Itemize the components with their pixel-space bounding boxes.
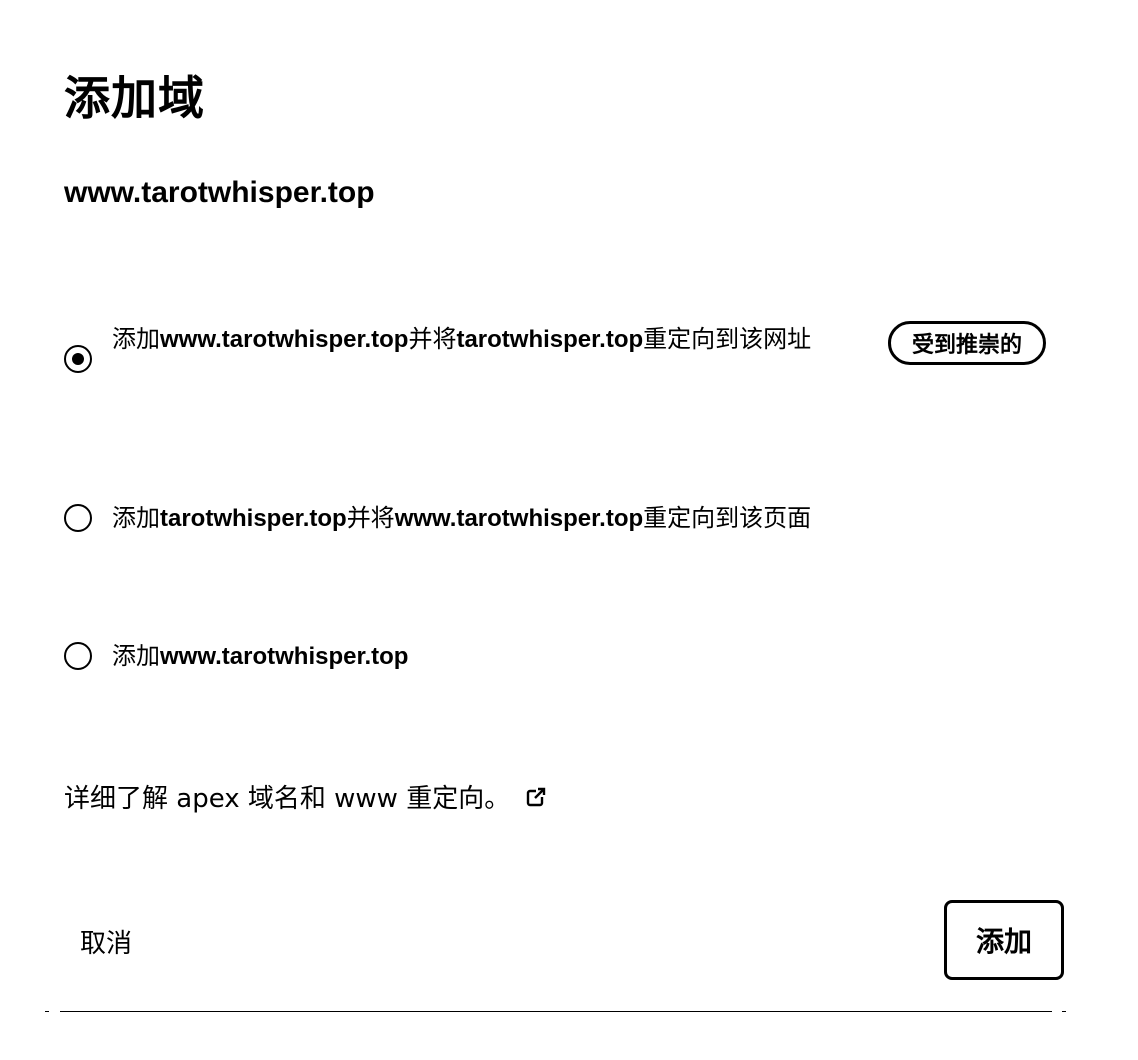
external-link-icon [527,786,547,806]
radio-button-selected[interactable] [64,345,92,373]
option-text: 重定向到该页面 [643,504,812,532]
divider-dash [1062,1011,1066,1012]
option-domain: tarotwhisper.top [160,505,347,532]
learn-more-link[interactable]: 详细了解 apex 域名和 www 重定向。 [64,778,547,815]
option-text: 添加 [112,504,160,532]
option-text: 重定向到该网址 [643,325,812,353]
radio-button[interactable] [64,504,92,532]
redirect-option-www-primary[interactable]: 添加www.tarotwhisper.top并将tarotwhisper.top… [64,318,832,373]
option-label: 添加www.tarotwhisper.top [112,635,408,678]
add-domain-dialog: 添加域 www.tarotwhisper.top 添加www.tarotwhis… [0,0,1138,1060]
option-text: 添加 [112,642,160,670]
option-text: 并将 [408,325,457,353]
radio-button[interactable] [64,642,92,670]
dialog-title: 添加域 [64,71,205,125]
option-label: 添加tarotwhisper.top并将www.tarotwhisper.top… [112,497,811,540]
cancel-button[interactable]: 取消 [64,915,148,967]
domain-name: www.tarotwhisper.top [64,176,375,209]
option-domain: www.tarotwhisper.top [394,505,644,532]
divider-dash [45,1011,49,1012]
option-domain: www.tarotwhisper.top [160,643,409,670]
option-domain: www.tarotwhisper.top [160,326,409,353]
add-button[interactable]: 添加 [944,900,1064,980]
option-text: 并将 [346,504,395,532]
redirect-option-apex-primary[interactable]: 添加tarotwhisper.top并将www.tarotwhisper.top… [64,497,811,540]
learn-more-text: 详细了解 apex 域名和 www 重定向。 [64,784,511,814]
option-text: 添加 [112,325,160,353]
option-label: 添加www.tarotwhisper.top并将tarotwhisper.top… [112,318,832,361]
add-www-only-option[interactable]: 添加www.tarotwhisper.top [64,635,408,678]
option-domain: tarotwhisper.top [456,326,644,353]
recommended-badge: 受到推崇的 [888,321,1046,365]
footer-divider [60,1011,1052,1012]
